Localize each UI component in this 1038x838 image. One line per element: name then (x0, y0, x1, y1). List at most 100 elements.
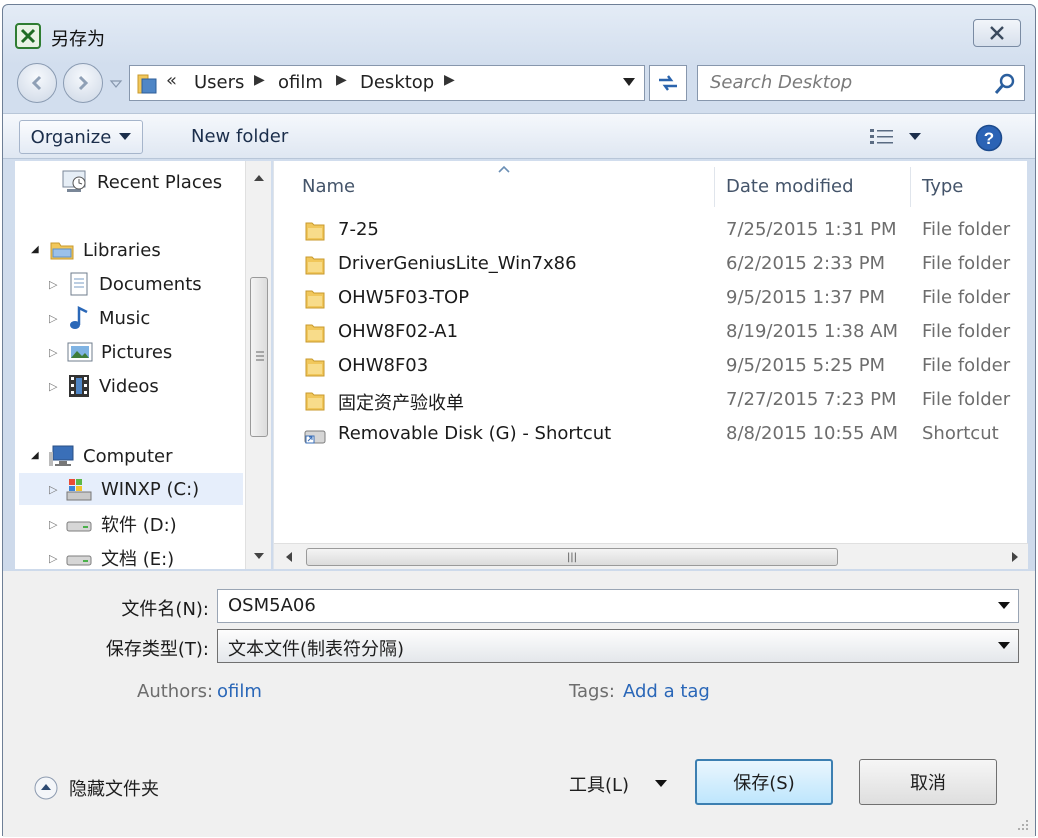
music-icon (70, 305, 88, 329)
back-arrow-icon (31, 75, 42, 91)
nav-item-computer[interactable]: ◢ Computer (31, 441, 172, 471)
nav-item-music[interactable]: ▷ Music (49, 303, 150, 333)
hard-drive-icon (66, 521, 92, 532)
nav-item-label: Pictures (101, 341, 173, 363)
address-bar[interactable]: « Users ▶ ofilm ▶ Desktop ▶ (129, 65, 645, 101)
file-row[interactable]: 固定资产验收单 7/27/2015 7:23 PM File folder (302, 385, 1022, 417)
chevron-down-icon (655, 780, 668, 787)
cancel-button[interactable]: 取消 (859, 759, 997, 805)
tags-label: Tags: (569, 681, 615, 702)
column-header-label: Name (302, 175, 356, 197)
authors-label: Authors: (137, 681, 214, 702)
search-icon[interactable] (994, 73, 1016, 95)
nav-pane-scroll-thumb[interactable] (250, 277, 268, 437)
collapse-arrow-icon[interactable]: ◢ (31, 244, 43, 256)
nav-item-drive-e[interactable]: ▷ 文档 (E:) (49, 543, 174, 573)
nav-pane-scrollbar[interactable] (245, 161, 271, 569)
file-row[interactable]: Removable Disk (G) - Shortcut 8/8/2015 10… (302, 419, 1022, 451)
search-input[interactable]: Search Desktop (710, 72, 852, 93)
breadcrumb-ofilm[interactable]: ofilm (278, 72, 323, 93)
libraries-icon (50, 242, 74, 260)
scroll-down-icon[interactable] (246, 545, 272, 567)
expand-arrow-icon[interactable]: ▷ (49, 380, 61, 393)
tags-input[interactable]: Add a tag (623, 681, 710, 702)
chevron-down-icon[interactable] (909, 133, 921, 141)
collapse-arrow-icon[interactable]: ◢ (31, 450, 43, 462)
help-icon[interactable]: ? (975, 124, 1003, 152)
nav-item-drive-c[interactable]: ▷ WINXP (C:) (19, 473, 243, 505)
nav-item-videos[interactable]: ▷ Videos (49, 371, 159, 401)
system-drive-icon (66, 479, 92, 501)
authors-value[interactable]: ofilm (217, 681, 262, 702)
folder-icon (137, 74, 157, 94)
search-box[interactable]: Search Desktop (697, 65, 1025, 101)
column-header-date[interactable]: Date modified (726, 161, 906, 211)
cancel-button-label: 取消 (910, 773, 946, 794)
chevron-right-icon[interactable]: ▶ (444, 72, 455, 88)
chevron-right-icon[interactable]: ▶ (254, 72, 265, 88)
new-folder-button[interactable]: New folder (191, 126, 288, 147)
chevron-down-icon[interactable] (998, 602, 1010, 610)
save-type-label: 保存类型(T): (105, 639, 209, 660)
chevron-down-icon (119, 133, 132, 140)
recent-pages-dropdown-icon[interactable] (109, 77, 123, 91)
svg-text:?: ? (984, 129, 994, 148)
file-row[interactable]: OHW5F03-TOP 9/5/2015 1:37 PM File folder (302, 283, 1022, 315)
file-row[interactable]: 7-25 7/25/2015 1:31 PM File folder (302, 215, 1022, 247)
chevron-down-icon[interactable] (622, 76, 636, 88)
navigation-bar: « Users ▶ ofilm ▶ Desktop ▶ Search Deskt… (3, 63, 1035, 105)
folder-icon (304, 390, 326, 412)
chevron-down-icon[interactable] (998, 642, 1010, 650)
column-header-type[interactable]: Type (922, 161, 1022, 211)
tools-menu-button[interactable]: 工具(L) (569, 771, 668, 797)
expand-arrow-icon[interactable]: ▷ (49, 483, 61, 496)
file-row[interactable]: OHW8F02-A1 8/19/2015 1:38 AM File folder (302, 317, 1022, 349)
nav-item-documents[interactable]: ▷ Documents (49, 269, 202, 299)
breadcrumb-desktop[interactable]: Desktop (360, 72, 434, 93)
nav-item-label: 软件 (D:) (101, 515, 177, 536)
file-date: 7/27/2015 7:23 PM (726, 389, 897, 410)
expand-arrow-icon[interactable]: ▷ (49, 518, 61, 531)
back-button[interactable] (17, 63, 57, 103)
file-list-scroll-thumb[interactable]: ||| (306, 548, 838, 566)
hide-folders-toggle[interactable]: 隐藏文件夹 (33, 775, 159, 801)
chevron-right-icon[interactable]: ▶ (336, 72, 347, 88)
file-date: 7/25/2015 1:31 PM (726, 219, 897, 240)
file-date: 8/19/2015 1:38 AM (726, 321, 899, 342)
nav-item-libraries[interactable]: ◢ Libraries (31, 235, 161, 265)
folder-icon (304, 322, 326, 344)
file-row[interactable]: DriverGeniusLite_Win7x86 6/2/2015 2:33 PM… (302, 249, 1022, 281)
save-type-select[interactable]: 文本文件(制表符分隔) (217, 629, 1019, 663)
column-divider[interactable] (714, 167, 715, 207)
nav-item-recent-places[interactable]: Recent Places (61, 167, 222, 197)
tools-label: 工具(L) (569, 775, 630, 796)
refresh-button[interactable] (649, 65, 687, 101)
close-button[interactable] (973, 19, 1021, 47)
save-button[interactable]: 保存(S) (695, 759, 833, 805)
scroll-left-icon[interactable] (278, 545, 302, 569)
expand-arrow-icon[interactable]: ▷ (49, 312, 61, 325)
resize-grip-icon[interactable] (1015, 817, 1029, 831)
expand-arrow-icon[interactable]: ▷ (49, 346, 61, 359)
nav-item-pictures[interactable]: ▷ Pictures (49, 337, 172, 367)
expand-arrow-icon[interactable]: ▷ (49, 278, 61, 291)
scroll-up-icon[interactable] (246, 167, 272, 189)
breadcrumb-users[interactable]: Users (194, 72, 244, 93)
expand-arrow-icon[interactable]: ▷ (49, 552, 61, 565)
breadcrumb-overflow[interactable]: « (166, 70, 177, 91)
excel-icon (15, 23, 41, 49)
change-view-button[interactable] (869, 124, 931, 150)
file-type: File folder (922, 219, 1011, 240)
column-header-label: Date modified (726, 175, 854, 197)
scroll-right-icon[interactable] (1002, 545, 1026, 569)
nav-item-drive-d[interactable]: ▷ 软件 (D:) (49, 509, 177, 539)
organize-button[interactable]: Organize (19, 120, 143, 154)
column-header-name[interactable]: Name (302, 161, 712, 211)
column-divider[interactable] (910, 167, 911, 207)
forward-button[interactable] (63, 63, 103, 103)
file-date: 9/5/2015 1:37 PM (726, 287, 886, 308)
file-name-field[interactable]: OSM5A06 (217, 589, 1019, 623)
file-row[interactable]: OHW8F03 9/5/2015 5:25 PM File folder (302, 351, 1022, 383)
file-list-scrollbar[interactable]: ||| (274, 543, 1028, 569)
nav-item-label: Videos (99, 375, 159, 397)
